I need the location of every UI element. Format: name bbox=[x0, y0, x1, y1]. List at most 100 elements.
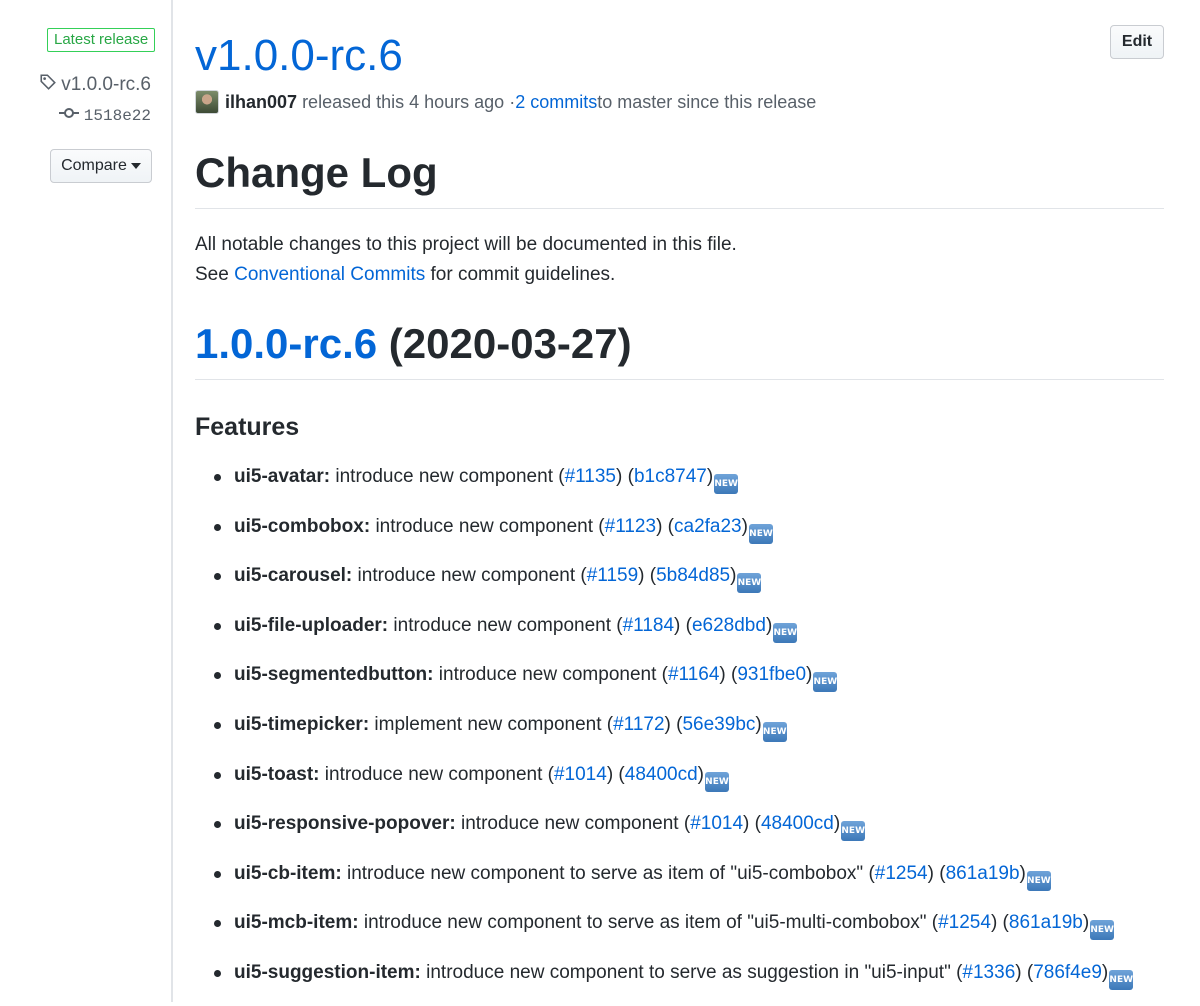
issue-link[interactable]: #1172 bbox=[613, 714, 664, 735]
feature-desc: introduce new component to serve as item… bbox=[358, 912, 939, 934]
separator: ) ( bbox=[927, 862, 946, 884]
intro-text: All notable changes to this project will… bbox=[195, 230, 737, 290]
commits-link[interactable]: 2 commits bbox=[515, 92, 597, 113]
feature-scope: ui5-responsive-popover: bbox=[234, 813, 456, 835]
close-paren: ) bbox=[730, 565, 737, 587]
feature-desc: introduce new component ( bbox=[388, 614, 623, 636]
new-icon: NEW bbox=[841, 821, 866, 842]
close-paren: ) bbox=[833, 813, 841, 835]
list-item: ui5-mcb-item: introduce new component to… bbox=[195, 906, 1164, 956]
separator: ) ( bbox=[616, 466, 634, 487]
feature-scope: ui5-timepicker: bbox=[234, 713, 370, 735]
list-item: ui5-suggestion-item: introduce new compo… bbox=[195, 956, 1164, 1006]
feature-desc: introduce new component ( bbox=[433, 664, 668, 686]
separator: ) ( bbox=[606, 763, 625, 785]
issue-link[interactable]: #1184 bbox=[623, 615, 674, 636]
tag-icon bbox=[39, 73, 57, 97]
separator: ) ( bbox=[743, 813, 761, 835]
new-icon: NEW bbox=[704, 771, 729, 792]
issue-link[interactable]: #1014 bbox=[554, 764, 607, 785]
release-sidebar: Latest release v1.0.0-rc.6 1518e22 Compa… bbox=[0, 0, 173, 1002]
version-heading: 1.0.0-rc.6 (2020-03-27) bbox=[195, 316, 1164, 380]
feature-list: ui5-avatar: introduce new component (#11… bbox=[195, 460, 1164, 1006]
new-icon: NEW bbox=[737, 573, 762, 594]
feature-desc: implement new component ( bbox=[369, 713, 614, 735]
feature-scope: ui5-file-uploader: bbox=[234, 614, 389, 636]
compare-button[interactable]: Compare bbox=[50, 149, 152, 183]
close-paren: ) bbox=[1101, 961, 1109, 983]
commit-hash-link[interactable]: ca2fa23 bbox=[674, 516, 742, 537]
commits-suffix: to master since this release bbox=[597, 91, 817, 112]
issue-link[interactable]: #1135 bbox=[565, 466, 616, 487]
separator: ) ( bbox=[990, 912, 1009, 934]
commit-icon bbox=[58, 106, 79, 125]
feature-scope: ui5-carousel: bbox=[234, 565, 353, 587]
commit-hash-link[interactable]: 786f4e9 bbox=[1033, 962, 1102, 983]
commit-hash-link[interactable]: 5b84d85 bbox=[656, 565, 730, 586]
commit-hash-link[interactable]: e628dbd bbox=[692, 615, 766, 636]
list-item: ui5-timepicker: implement new component … bbox=[195, 708, 1164, 758]
separator: ) ( bbox=[656, 515, 675, 537]
issue-link[interactable]: #1254 bbox=[875, 863, 928, 884]
issue-link[interactable]: #1159 bbox=[587, 565, 638, 586]
feature-scope: ui5-mcb-item: bbox=[234, 912, 359, 934]
issue-link[interactable]: #1014 bbox=[690, 813, 743, 834]
released-text: released this 4 hours ago · bbox=[302, 91, 516, 112]
feature-scope: ui5-suggestion-item: bbox=[234, 961, 421, 983]
avatar[interactable] bbox=[195, 90, 219, 114]
tag-name: v1.0.0-rc.6 bbox=[61, 74, 151, 95]
commit-hash-link[interactable]: 48400cd bbox=[625, 764, 698, 785]
intro-see: See bbox=[195, 264, 235, 285]
close-paren: ) bbox=[697, 763, 704, 785]
release-title-link[interactable]: v1.0.0-rc.6 bbox=[195, 31, 403, 80]
close-paren: ) bbox=[755, 713, 762, 735]
intro-suffix: for commit guidelines. bbox=[425, 264, 616, 285]
feature-desc: introduce new component to serve as sugg… bbox=[420, 961, 963, 983]
features-heading: Features bbox=[195, 413, 300, 441]
close-paren: ) bbox=[765, 614, 773, 636]
list-item: ui5-combobox: introduce new component (#… bbox=[195, 510, 1164, 560]
commit-hash-link[interactable]: b1c8747 bbox=[634, 466, 707, 487]
feature-desc: introduce new component ( bbox=[330, 466, 565, 487]
commit-link[interactable]: 1518e22 bbox=[58, 106, 151, 125]
feature-scope: ui5-combobox: bbox=[234, 515, 371, 537]
list-item: ui5-responsive-popover: introduce new co… bbox=[195, 807, 1164, 857]
commit-hash-link[interactable]: 861a19b bbox=[1009, 912, 1083, 933]
intro-line-2: See Conventional Commits for commit guid… bbox=[195, 260, 737, 290]
new-icon: NEW bbox=[714, 474, 739, 494]
author-link[interactable]: ilhan007 bbox=[225, 92, 297, 113]
commit-hash-link[interactable]: 931fbe0 bbox=[737, 664, 806, 685]
new-icon: NEW bbox=[1026, 870, 1051, 891]
separator: ) ( bbox=[664, 713, 683, 735]
commit-hash-link[interactable]: 861a19b bbox=[946, 863, 1020, 884]
list-item: ui5-file-uploader: introduce new compone… bbox=[195, 609, 1164, 659]
new-icon: NEW bbox=[748, 523, 773, 544]
tag-link[interactable]: v1.0.0-rc.6 bbox=[39, 73, 151, 97]
separator: ) ( bbox=[674, 614, 692, 636]
separator: ) ( bbox=[1015, 961, 1034, 983]
issue-link[interactable]: #1123 bbox=[605, 516, 656, 537]
separator: ) ( bbox=[719, 664, 738, 686]
issue-link[interactable]: #1164 bbox=[668, 664, 719, 685]
conventional-commits-link[interactable]: Conventional Commits bbox=[234, 264, 425, 285]
release-meta: ilhan007 released this 4 hours ago · 2 c… bbox=[195, 90, 816, 114]
feature-desc: introduce new component ( bbox=[319, 763, 554, 785]
feature-scope: ui5-segmentedbutton: bbox=[234, 664, 434, 686]
edit-button[interactable]: Edit bbox=[1110, 25, 1164, 59]
release-title[interactable]: v1.0.0-rc.6 bbox=[195, 28, 403, 84]
version-link[interactable]: 1.0.0-rc.6 bbox=[195, 320, 377, 367]
intro-line-1: All notable changes to this project will… bbox=[195, 234, 737, 255]
feature-desc: introduce new component ( bbox=[455, 813, 691, 835]
new-icon: NEW bbox=[1109, 969, 1134, 990]
list-item: ui5-cb-item: introduce new component to … bbox=[195, 857, 1164, 907]
commit-hash-link[interactable]: 56e39bc bbox=[682, 714, 755, 735]
issue-link[interactable]: #1254 bbox=[938, 912, 991, 933]
list-item: ui5-segmentedbutton: introduce new compo… bbox=[195, 658, 1164, 708]
feature-scope: ui5-toast: bbox=[234, 763, 320, 785]
new-icon: NEW bbox=[1090, 920, 1115, 941]
close-paren: ) bbox=[806, 664, 813, 686]
issue-link[interactable]: #1336 bbox=[962, 962, 1015, 983]
commit-hash-link[interactable]: 48400cd bbox=[761, 813, 834, 834]
list-item: ui5-toast: introduce new component (#101… bbox=[195, 758, 1164, 808]
list-item: ui5-avatar: introduce new component (#11… bbox=[195, 460, 1164, 510]
